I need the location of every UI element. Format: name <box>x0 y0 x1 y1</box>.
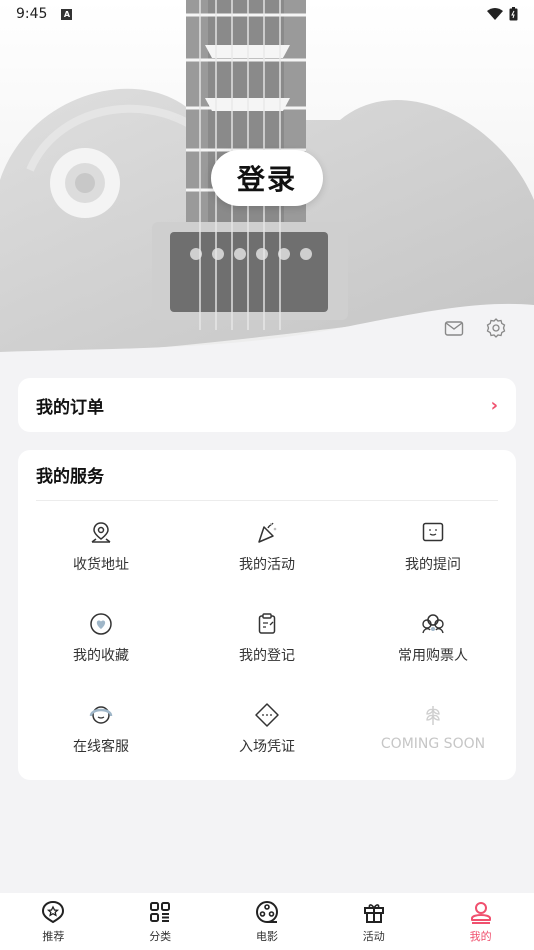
my-orders-row[interactable]: 我的订单 › <box>18 378 516 432</box>
service-my-favorites[interactable]: 我的收藏 <box>18 611 184 681</box>
location-pin-icon <box>91 522 111 543</box>
mail-icon[interactable] <box>443 317 465 339</box>
service-admission-ticket[interactable]: 入场凭证 <box>184 702 350 772</box>
tab-label: 电影 <box>255 930 278 943</box>
service-online-support[interactable]: 在线客服 <box>18 702 184 772</box>
service-label: 常用购票人 <box>398 648 468 664</box>
service-label: 收货地址 <box>73 557 129 573</box>
tab-movie[interactable]: 电影 <box>214 893 321 950</box>
service-shipping-address[interactable]: 收货地址 <box>18 520 184 590</box>
gift-icon <box>363 904 384 923</box>
wifi-icon <box>487 8 503 20</box>
ticket-icon <box>255 703 279 727</box>
chevron-right-icon: › <box>490 394 498 416</box>
user-icon <box>470 902 491 924</box>
status-time: 9:45 <box>16 6 48 22</box>
star-badge-icon <box>42 900 65 924</box>
heart-icon <box>90 613 112 635</box>
tab-category[interactable]: 分类 <box>107 893 214 950</box>
service-label: COMING SOON <box>380 736 486 752</box>
tab-label: 分类 <box>149 930 172 943</box>
tab-label: 推荐 <box>42 930 65 943</box>
tab-label: 活动 <box>362 930 385 943</box>
grid-icon <box>150 902 171 922</box>
my-services-card: 我的服务 收货地址 我的活动 我的提问 我的收藏 我的登记 常用购票人 在线客服… <box>18 450 516 780</box>
status-bar: 9:45 A <box>0 0 534 28</box>
service-label: 我的收藏 <box>73 648 129 664</box>
chat-face-icon <box>422 522 444 542</box>
film-reel-icon <box>255 901 278 923</box>
service-label: 在线客服 <box>73 739 129 755</box>
headset-icon <box>89 706 113 724</box>
bottom-tab-bar: 推荐 分类 电影 活动 我的 <box>0 893 534 950</box>
notification-a-icon: A <box>61 8 73 20</box>
divider <box>36 500 498 501</box>
tab-mine[interactable]: 我的 <box>427 893 534 950</box>
wheat-icon <box>426 706 440 725</box>
party-popper-icon <box>258 522 277 543</box>
service-my-registrations[interactable]: 我的登记 <box>184 611 350 681</box>
battery-icon <box>509 7 518 21</box>
my-orders-title: 我的订单 <box>36 397 104 418</box>
my-services-title: 我的服务 <box>36 467 104 487</box>
tab-recommend[interactable]: 推荐 <box>0 893 107 950</box>
tab-activity[interactable]: 活动 <box>320 893 427 950</box>
login-button[interactable]: 登录 <box>211 150 323 206</box>
service-label: 我的提问 <box>405 557 461 573</box>
service-my-activities[interactable]: 我的活动 <box>184 520 350 590</box>
tab-label: 我的 <box>469 930 492 943</box>
service-label: 我的登记 <box>239 648 295 664</box>
service-coming-soon: COMING SOON <box>350 702 516 772</box>
service-my-questions[interactable]: 我的提问 <box>350 520 516 590</box>
service-label: 入场凭证 <box>239 739 295 755</box>
settings-gear-icon[interactable] <box>485 317 507 339</box>
clipboard-icon <box>258 613 276 634</box>
users-icon <box>422 614 444 634</box>
service-frequent-buyers[interactable]: 常用购票人 <box>350 611 516 681</box>
service-label: 我的活动 <box>239 557 295 573</box>
